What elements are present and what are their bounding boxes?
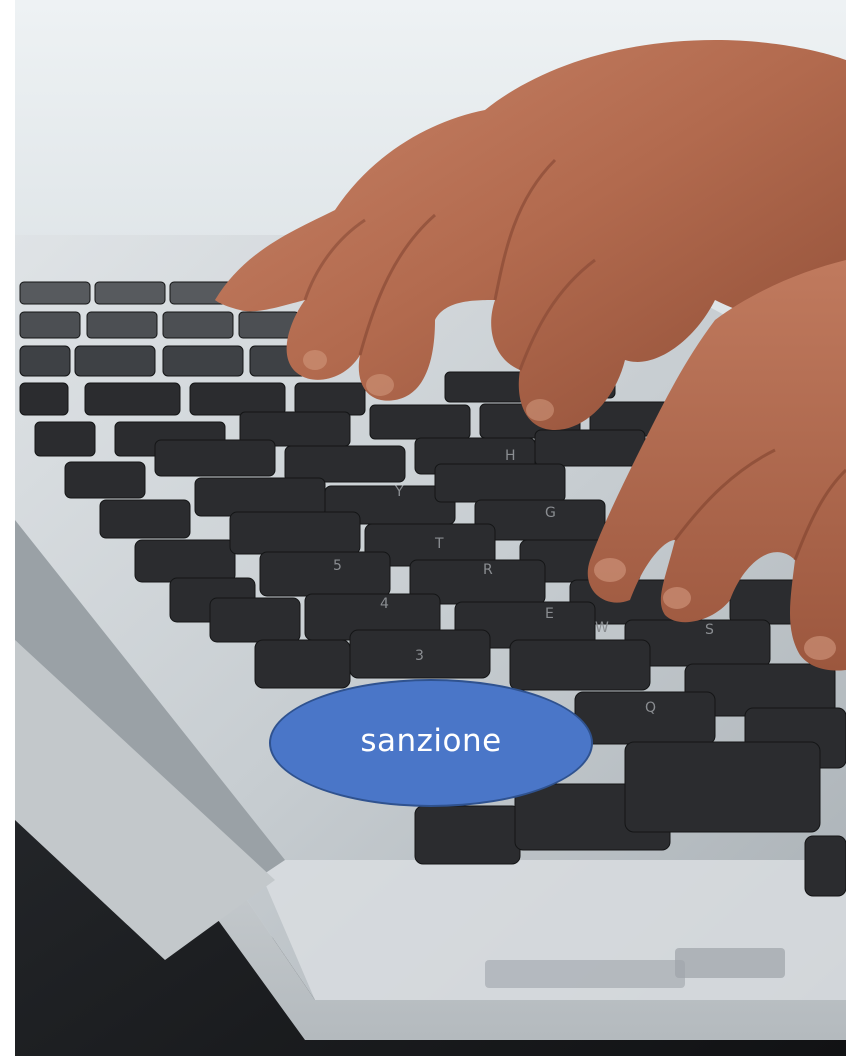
laptop-typing-photo: R W E 3 4 5 Y T G H Q S	[15, 0, 846, 1056]
sanction-callout[interactable]: sanzione	[269, 679, 593, 807]
svg-text:3: 3	[415, 648, 424, 664]
svg-text:Y: Y	[394, 484, 404, 500]
svg-text:S: S	[705, 622, 714, 638]
svg-text:R: R	[483, 562, 493, 578]
svg-text:E: E	[545, 606, 554, 622]
sanction-label: sanzione	[360, 723, 502, 759]
svg-text:G: G	[545, 505, 556, 521]
svg-text:W: W	[595, 620, 609, 636]
svg-text:H: H	[505, 448, 516, 464]
slide: R W E 3 4 5 Y T G H Q S sanzione	[0, 0, 846, 1056]
svg-text:4: 4	[380, 596, 389, 612]
left-margin	[0, 0, 15, 1056]
svg-text:T: T	[434, 536, 444, 552]
svg-text:Q: Q	[645, 700, 656, 716]
svg-text:5: 5	[333, 558, 342, 574]
